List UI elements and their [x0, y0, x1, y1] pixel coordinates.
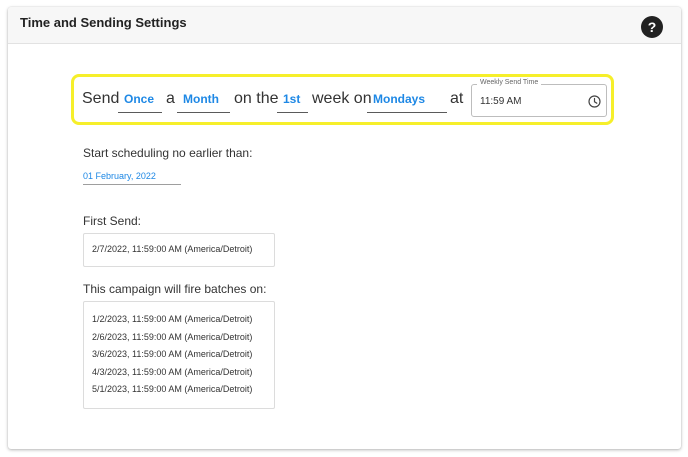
a-text: a: [166, 90, 175, 107]
card-header: Time and Sending Settings ?: [8, 7, 681, 44]
batch-item: 5/1/2023, 11:59:00 AM (America/Detroit): [92, 384, 253, 394]
week-on-text: week on: [312, 90, 372, 107]
help-icon[interactable]: ?: [641, 16, 663, 38]
first-send-label: First Send:: [83, 214, 142, 228]
weekly-send-time-value[interactable]: 11:59 AM: [480, 96, 522, 107]
start-date-input[interactable]: 01 February, 2022: [83, 165, 181, 185]
batch-item: 4/3/2023, 11:59:00 AM (America/Detroit): [92, 366, 253, 377]
week-ordinal-select[interactable]: 1st: [277, 88, 308, 113]
start-scheduling-label: Start scheduling no earlier than:: [83, 146, 253, 160]
frequency-select[interactable]: Once: [118, 88, 162, 113]
batch-item: 2/6/2023, 11:59:00 AM (America/Detroit): [92, 331, 253, 342]
weekday-select[interactable]: Mondays: [367, 88, 447, 113]
weekly-send-time-label: Weekly Send Time: [477, 79, 542, 86]
page-title: Time and Sending Settings: [20, 15, 187, 30]
batch-item: 1/2/2023, 11:59:00 AM (America/Detroit): [92, 314, 253, 324]
first-send-value: 2/7/2022, 11:59:00 AM (America/Detroit): [92, 244, 253, 254]
period-select[interactable]: Month: [177, 88, 230, 113]
at-text: at: [450, 90, 464, 107]
first-send-box: 2/7/2022, 11:59:00 AM (America/Detroit): [83, 233, 275, 267]
weekly-send-time-field[interactable]: Weekly Send Time 11:59 AM: [471, 79, 607, 117]
batch-item: 3/6/2023, 11:59:00 AM (America/Detroit): [92, 349, 253, 359]
settings-card: Time and Sending Settings ? Send Once a …: [8, 7, 681, 449]
schedule-sentence: Send Once a Month on the 1st week on Mon…: [71, 74, 614, 125]
on-the-text: on the: [234, 90, 279, 107]
send-text: Send: [82, 90, 120, 107]
batches-box: 1/2/2023, 11:59:00 AM (America/Detroit) …: [83, 301, 275, 409]
batches-label: This campaign will fire batches on:: [83, 282, 267, 296]
clock-icon[interactable]: [588, 95, 601, 108]
